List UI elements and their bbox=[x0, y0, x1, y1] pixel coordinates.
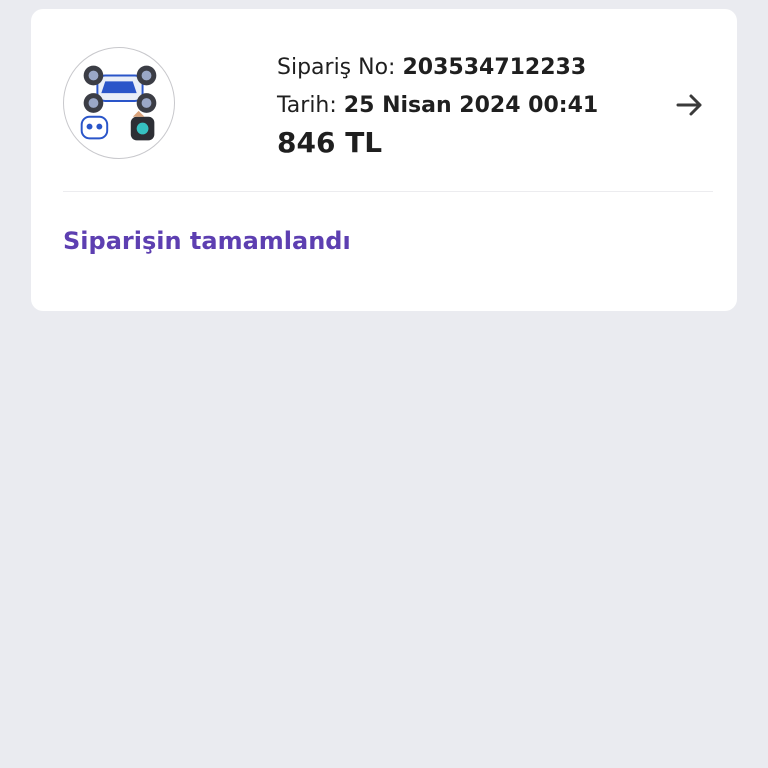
arrow-right-icon[interactable] bbox=[674, 89, 706, 121]
order-number-label: Sipariş No: bbox=[277, 55, 396, 80]
order-card[interactable]: Sipariş No: 203534712233 Tarih: 25 Nisan… bbox=[31, 9, 737, 311]
order-date-value: 25 Nisan 2024 00:41 bbox=[343, 93, 599, 118]
order-price: 846 TL bbox=[277, 126, 383, 159]
order-date-row: Tarih: 25 Nisan 2024 00:41 bbox=[277, 87, 598, 125]
product-thumbnail bbox=[63, 47, 175, 159]
order-number-row: Sipariş No: 203534712233 bbox=[277, 49, 598, 87]
order-status: Siparişin tamamlandı bbox=[63, 227, 351, 255]
order-number-value: 203534712233 bbox=[402, 55, 587, 80]
divider bbox=[63, 191, 713, 192]
order-info: Sipariş No: 203534712233 Tarih: 25 Nisan… bbox=[277, 49, 598, 161]
order-date-label: Tarih: bbox=[277, 93, 337, 118]
rc-car-icon bbox=[80, 65, 157, 141]
